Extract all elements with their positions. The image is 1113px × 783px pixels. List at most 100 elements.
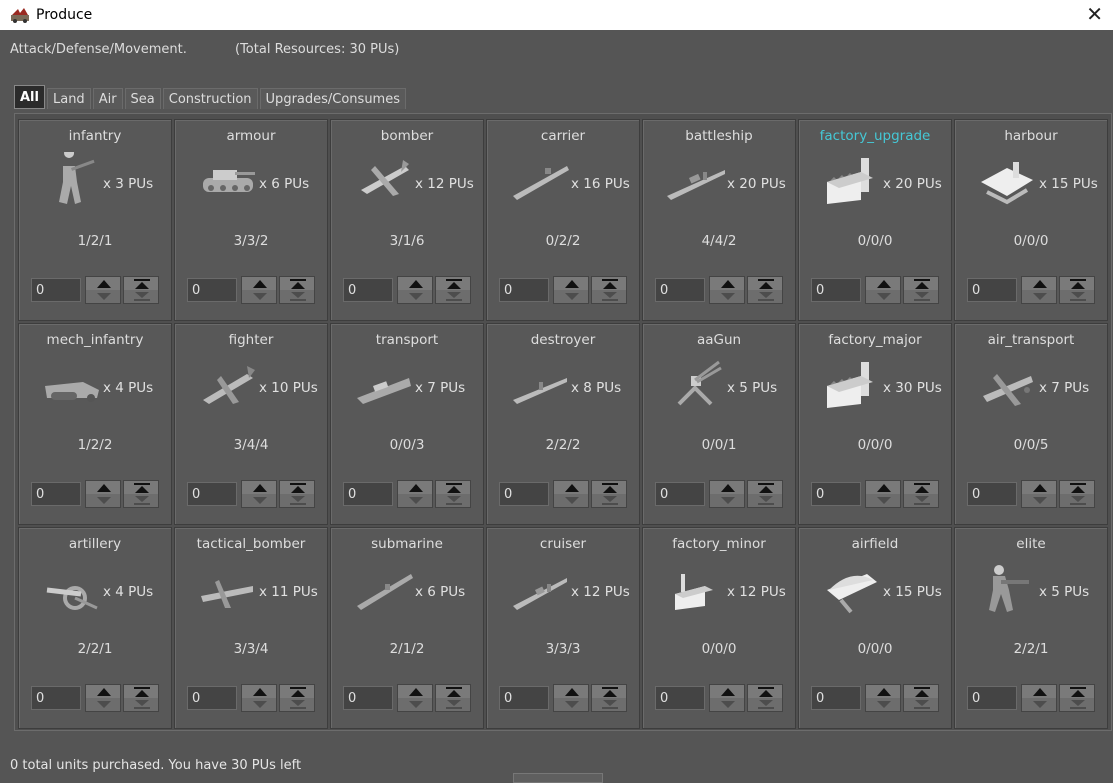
increment-button[interactable] xyxy=(1021,480,1057,508)
tab-all[interactable]: All xyxy=(14,85,45,109)
increment-button[interactable] xyxy=(397,276,433,304)
quantity-input[interactable] xyxy=(655,278,705,302)
tab-air[interactable]: Air xyxy=(92,88,123,109)
max-button[interactable] xyxy=(279,480,315,508)
arrow-up-icon xyxy=(1033,280,1047,288)
quantity-input[interactable] xyxy=(655,482,705,506)
min-bar-icon xyxy=(134,707,150,709)
quantity-input[interactable] xyxy=(967,686,1017,710)
arrow-down-min-icon xyxy=(759,496,773,502)
quantity-input[interactable] xyxy=(187,278,237,302)
max-button[interactable] xyxy=(435,480,471,508)
min-bar-icon xyxy=(914,503,930,505)
max-bar-icon xyxy=(914,687,930,689)
increment-button[interactable] xyxy=(553,480,589,508)
max-button[interactable] xyxy=(123,480,159,508)
increment-button[interactable] xyxy=(865,276,901,304)
max-button[interactable] xyxy=(903,684,939,712)
increment-button[interactable] xyxy=(85,276,121,304)
max-button[interactable] xyxy=(123,276,159,304)
unit-name: airfield xyxy=(851,536,899,552)
max-button[interactable] xyxy=(747,276,783,304)
max-button[interactable] xyxy=(1059,684,1095,712)
tab-construction[interactable]: Construction xyxy=(162,88,258,109)
arrow-down-min-icon xyxy=(915,496,929,502)
unit-cost: x 12 PUs xyxy=(727,584,786,600)
arrow-up-icon xyxy=(409,484,423,492)
quantity-input[interactable] xyxy=(811,482,861,506)
increment-button[interactable] xyxy=(709,276,745,304)
max-button[interactable] xyxy=(1059,276,1095,304)
quantity-input[interactable] xyxy=(187,482,237,506)
increment-button[interactable] xyxy=(553,684,589,712)
close-icon[interactable]: ✕ xyxy=(1086,2,1103,26)
increment-button[interactable] xyxy=(709,684,745,712)
arrow-down-icon xyxy=(97,293,111,300)
carrier-icon xyxy=(513,166,569,200)
arrow-up-max-icon xyxy=(603,486,617,493)
increment-button[interactable] xyxy=(85,684,121,712)
quantity-input[interactable] xyxy=(811,686,861,710)
increment-button[interactable] xyxy=(1021,684,1057,712)
quantity-input[interactable] xyxy=(967,482,1017,506)
arrow-up-max-icon xyxy=(603,282,617,289)
tab-upgrades-consumes[interactable]: Upgrades/Consumes xyxy=(259,88,406,109)
increment-button[interactable] xyxy=(397,480,433,508)
arrow-down-min-icon xyxy=(603,496,617,502)
quantity-input[interactable] xyxy=(343,482,393,506)
quantity-input[interactable] xyxy=(343,686,393,710)
max-button[interactable] xyxy=(903,480,939,508)
info-row: Attack/Defense/Movement. (Total Resource… xyxy=(10,42,399,57)
increment-button[interactable] xyxy=(865,480,901,508)
tab-land[interactable]: Land xyxy=(46,88,91,109)
min-bar-icon xyxy=(446,707,462,709)
artillery-icon xyxy=(46,586,98,610)
increment-button[interactable] xyxy=(241,276,277,304)
quantity-input[interactable] xyxy=(31,482,81,506)
max-button[interactable] xyxy=(903,276,939,304)
unit-cost: x 11 PUs xyxy=(259,584,318,600)
increment-button[interactable] xyxy=(865,684,901,712)
unit-name: submarine xyxy=(371,536,443,552)
quantity-input[interactable] xyxy=(499,278,549,302)
quantity-input[interactable] xyxy=(499,686,549,710)
max-button[interactable] xyxy=(435,276,471,304)
unit-name: air_transport xyxy=(987,332,1075,348)
arrow-up-max-icon xyxy=(759,282,773,289)
quantity-input[interactable] xyxy=(499,482,549,506)
max-button[interactable] xyxy=(123,684,159,712)
increment-button[interactable] xyxy=(709,480,745,508)
tab-sea[interactable]: Sea xyxy=(124,88,161,109)
arrow-up-icon xyxy=(565,688,579,696)
max-button[interactable] xyxy=(747,684,783,712)
max-button[interactable] xyxy=(279,276,315,304)
max-button[interactable] xyxy=(591,276,627,304)
increment-button[interactable] xyxy=(241,684,277,712)
unit-cell-artillery: artillery x 4 PUs 2/2/1 xyxy=(18,527,172,729)
increment-button[interactable] xyxy=(553,276,589,304)
quantity-input[interactable] xyxy=(31,278,81,302)
unit-cell-cruiser: cruiser x 12 PUs 3/3/3 xyxy=(486,527,640,729)
done-button[interactable] xyxy=(513,773,603,783)
max-button[interactable] xyxy=(591,480,627,508)
unit-cost: x 10 PUs xyxy=(259,380,318,396)
increment-button[interactable] xyxy=(1021,276,1057,304)
quantity-input[interactable] xyxy=(655,686,705,710)
quantity-input[interactable] xyxy=(343,278,393,302)
arrow-down-icon xyxy=(721,701,735,708)
increment-button[interactable] xyxy=(85,480,121,508)
quantity-input[interactable] xyxy=(187,686,237,710)
arrow-down-icon xyxy=(565,293,579,300)
max-button[interactable] xyxy=(435,684,471,712)
quantity-input[interactable] xyxy=(967,278,1017,302)
max-button[interactable] xyxy=(591,684,627,712)
bomber-icon xyxy=(361,160,409,196)
max-button[interactable] xyxy=(747,480,783,508)
increment-button[interactable] xyxy=(241,480,277,508)
tactical-bomber-icon xyxy=(201,580,253,608)
quantity-input[interactable] xyxy=(811,278,861,302)
quantity-input[interactable] xyxy=(31,686,81,710)
increment-button[interactable] xyxy=(397,684,433,712)
max-button[interactable] xyxy=(1059,480,1095,508)
max-button[interactable] xyxy=(279,684,315,712)
